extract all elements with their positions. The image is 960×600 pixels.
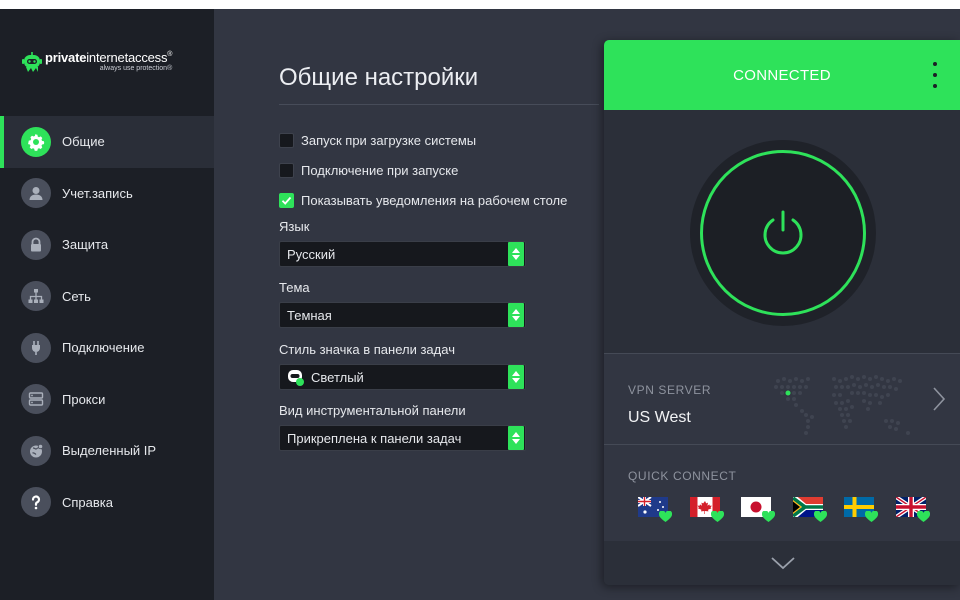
world-map-icon [774, 375, 910, 435]
launch-on-startup-checkbox[interactable] [279, 133, 294, 148]
flag-australia[interactable] [638, 497, 672, 522]
sidebar-item-dedicated-ip[interactable]: Выделенный IP [0, 425, 214, 477]
checkbox-label: Подключение при запуске [301, 163, 459, 178]
sidebar-item-label: Учет.запись [62, 185, 133, 201]
settings-window: privateinternetaccess® always use protec… [0, 9, 960, 600]
select-arrows-icon [508, 426, 524, 450]
language-select[interactable]: Русский [279, 241, 526, 267]
power-button[interactable] [700, 150, 866, 316]
launch-on-startup-option[interactable]: Запуск при загрузке системы [279, 133, 476, 148]
checkbox-label: Показывать уведомления на рабочем столе [301, 193, 568, 208]
title-divider [279, 104, 599, 105]
heart-icon [762, 511, 775, 522]
expand-dashboard-button[interactable] [604, 541, 960, 585]
brand-tagline: always use protection® [99, 65, 173, 72]
sidebar-item-label: Сеть [62, 288, 91, 304]
dashboard-view-value: Прикреплена к панели задач [287, 430, 462, 446]
checkbox-label: Запуск при загрузке системы [301, 133, 477, 148]
sidebar-item-connection[interactable]: Подключение [0, 322, 214, 374]
sidebar-item-privacy[interactable]: Защита [0, 219, 214, 271]
select-arrows-icon [508, 242, 524, 266]
quick-connect-label: QUICK CONNECT [628, 469, 737, 483]
globe-icon [21, 435, 51, 466]
dashboard-view-select[interactable]: Прикреплена к панели задач [279, 425, 526, 451]
connect-on-launch-checkbox[interactable] [279, 163, 294, 178]
connection-status: CONNECTED [733, 66, 831, 84]
desktop-notifications-option[interactable]: Показывать уведомления на рабочем столе [279, 193, 567, 208]
desktop-notifications-checkbox[interactable] [279, 193, 294, 208]
connection-status-header: CONNECTED [604, 40, 960, 110]
chevron-down-icon [771, 557, 795, 570]
sidebar-item-network[interactable]: Сеть [0, 271, 214, 323]
chevron-right-icon [933, 387, 946, 411]
sidebar-nav: Общие Учет.запись Защита Сеть Подключени… [0, 116, 214, 528]
flag-united-kingdom[interactable] [895, 497, 930, 522]
dashboard-view-label: Вид инструментальной панели [279, 403, 466, 418]
theme-label: Тема [279, 280, 310, 295]
heart-icon [865, 511, 878, 522]
more-options-icon[interactable] [932, 62, 938, 88]
sidebar-item-label: Прокси [62, 391, 106, 407]
sidebar-item-proxy[interactable]: Прокси [0, 374, 214, 426]
tray-icon-style-select[interactable]: Светлый [279, 364, 526, 390]
vpn-server-selector[interactable]: VPN SERVER US West [604, 353, 960, 444]
question-icon [21, 487, 51, 518]
sidebar-item-general[interactable]: Общие [0, 116, 214, 168]
power-area [604, 110, 960, 353]
heart-icon [710, 511, 724, 522]
page-title: Общие настройки [279, 64, 479, 91]
robot-mascot-icon [22, 52, 42, 72]
heart-icon [813, 511, 827, 522]
theme-select[interactable]: Темная [279, 302, 526, 328]
power-icon [763, 210, 803, 255]
sidebar: privateinternetaccess® always use protec… [0, 9, 214, 600]
flag-japan[interactable] [741, 497, 775, 522]
select-arrows-icon [508, 365, 524, 389]
sidebar-item-account[interactable]: Учет.запись [0, 168, 214, 220]
vpn-server-value: US West [628, 409, 691, 426]
sidebar-item-label: Общие [62, 134, 105, 150]
user-icon [21, 178, 51, 209]
heart-icon [659, 511, 672, 522]
flag-sweden[interactable] [844, 497, 878, 522]
vpn-server-label: VPN SERVER [628, 383, 712, 397]
tray-icon-style-label: Стиль значка в панели задач [279, 342, 455, 357]
connect-on-launch-option[interactable]: Подключение при запуске [279, 163, 458, 178]
checkmark-icon [281, 196, 292, 205]
quick-connect: QUICK CONNECT [604, 445, 960, 541]
sidebar-item-label: Выделенный IP [62, 443, 157, 459]
server-icon [21, 384, 51, 415]
sidebar-item-label: Справка [62, 494, 113, 510]
heart-icon [916, 511, 930, 522]
quick-connect-flags [638, 497, 930, 522]
network-icon [21, 281, 51, 312]
theme-select-value: Темная [287, 307, 332, 323]
tray-robot-icon [286, 367, 306, 387]
flag-canada[interactable] [689, 497, 724, 522]
lock-icon [21, 229, 51, 260]
language-select-value: Русский [287, 246, 336, 262]
select-arrows-icon [508, 303, 524, 327]
flag-south-africa[interactable] [792, 497, 827, 522]
language-label: Язык [279, 219, 310, 234]
sidebar-item-label: Подключение [62, 340, 145, 356]
sidebar-item-help[interactable]: Справка [0, 477, 214, 529]
brand-logo: privateinternetaccess® always use protec… [22, 51, 172, 73]
brand-name: privateinternetaccess® [45, 50, 173, 65]
sidebar-item-label: Защита [62, 237, 109, 253]
tray-icon-style-value: Светлый [311, 369, 364, 385]
window-top-strip [0, 0, 960, 9]
gear-icon [21, 126, 51, 157]
plug-icon [21, 332, 51, 363]
vpn-dashboard: CONNECTED VPN SERVER US West QUICK CONNE… [604, 40, 960, 585]
